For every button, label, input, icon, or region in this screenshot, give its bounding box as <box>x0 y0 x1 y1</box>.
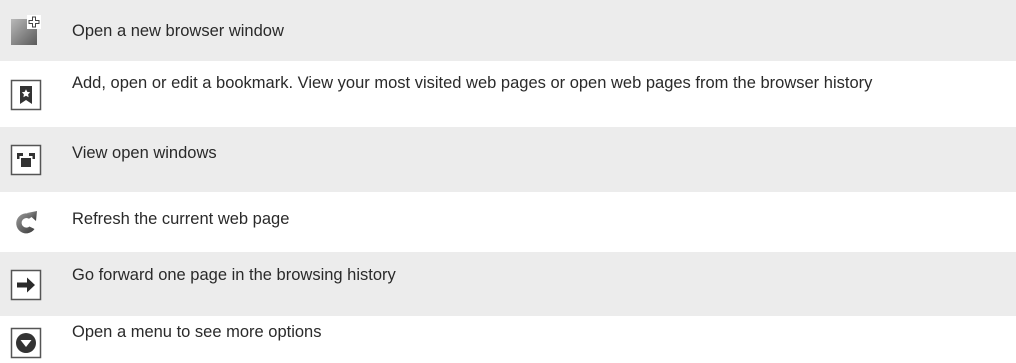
row-description: Go forward one page in the browsing hist… <box>72 266 396 284</box>
bookmark-icon <box>10 79 42 111</box>
row-description: Open a new browser window <box>72 22 284 40</box>
refresh-icon <box>10 207 42 239</box>
forward-arrow-icon <box>10 269 42 301</box>
browser-icon-table: Open a new browser window Add, open or e… <box>0 0 1016 363</box>
table-row: View open windows <box>0 127 1016 192</box>
row-description: View open windows <box>72 144 217 162</box>
row-description: Refresh the current web page <box>72 210 290 228</box>
new-window-icon <box>10 14 42 46</box>
table-row: Add, open or edit a bookmark. View your … <box>0 61 1016 127</box>
row-description: Add, open or edit a bookmark. View your … <box>72 74 873 92</box>
table-row: Open a new browser window <box>0 0 1016 61</box>
table-row: Go forward one page in the browsing hist… <box>0 252 1016 316</box>
table-row: Open a menu to see more options <box>0 316 1016 363</box>
menu-icon <box>10 327 42 359</box>
row-description: Open a menu to see more options <box>72 323 322 341</box>
open-windows-icon <box>10 144 42 176</box>
table-row: Refresh the current web page <box>0 192 1016 252</box>
